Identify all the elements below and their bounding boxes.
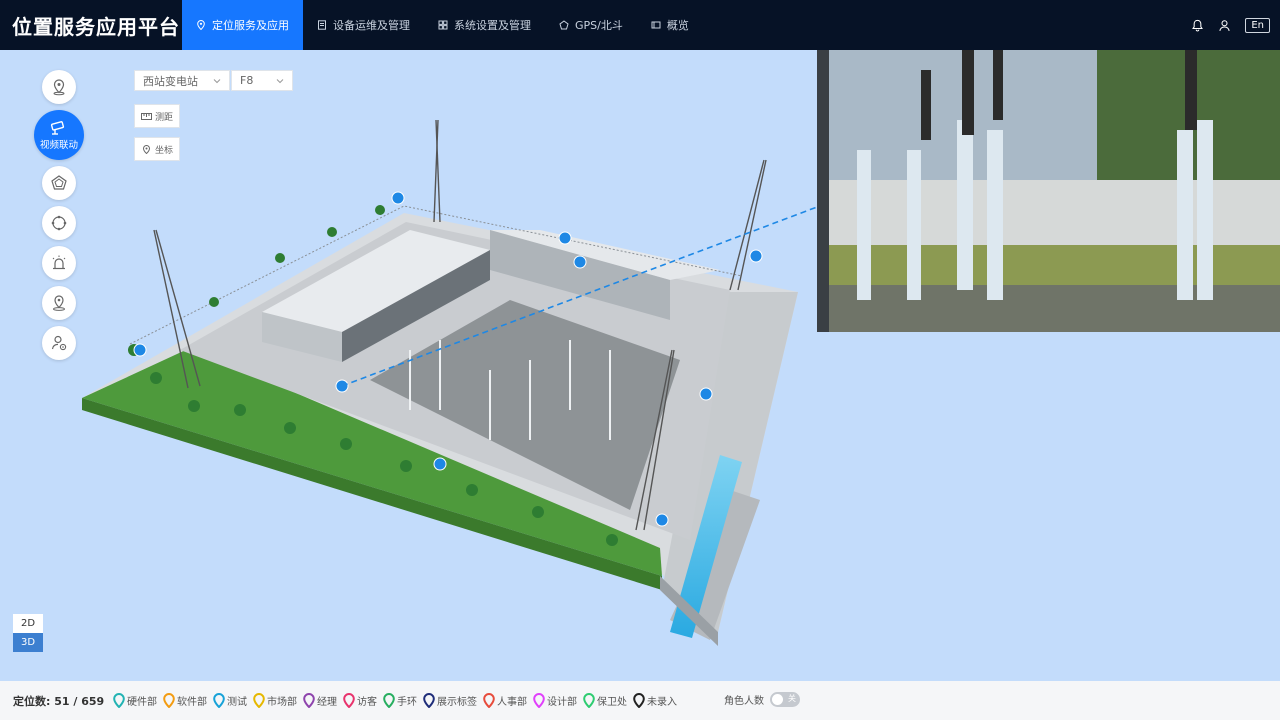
map-marker-icon (343, 693, 355, 708)
legend-label: 访客 (357, 697, 377, 708)
location-pin-icon (197, 20, 205, 30)
legend-label: 市场部 (267, 697, 297, 708)
map-marker-icon (303, 693, 315, 708)
nav-gps[interactable]: GPS/北斗 (545, 0, 637, 50)
alarm-light-icon (52, 255, 66, 270)
toggle-state-label: 关 (788, 694, 796, 703)
department-legend: 硬件部 软件部 测试 市场部 经理 访客 手环 展示标签 人事部 设计部 保卫处 未录入 (113, 693, 677, 708)
measure-label: 测距 (155, 112, 174, 123)
legend-item[interactable]: 手环 (383, 693, 417, 708)
rail-location-button[interactable] (42, 70, 76, 104)
legend-item[interactable]: 测试 (213, 693, 247, 708)
language-button[interactable]: En (1245, 17, 1270, 33)
view-3d-button[interactable]: 3D (13, 633, 43, 652)
nav-label: 定位服务及应用 (212, 19, 289, 32)
grid-icon (438, 20, 448, 30)
bottom-bar: 定位数: 51 / 659 硬件部 软件部 测试 市场部 经理 访客 手环 展示标签 人事部 设计… (0, 681, 1280, 720)
substation-3d-scene[interactable] (70, 110, 830, 670)
map-marker-icon (533, 693, 545, 708)
bell-icon[interactable] (1191, 19, 1204, 32)
legend-label: 硬件部 (127, 697, 157, 708)
map-marker-icon (423, 693, 435, 708)
map-marker-icon (483, 693, 495, 708)
station-select[interactable]: 西站变电站 (134, 70, 230, 91)
map-marker-icon (633, 693, 645, 708)
top-right-tools: En (1191, 0, 1270, 50)
user-settings-icon (51, 335, 67, 351)
rail-fence-button[interactable] (42, 166, 76, 200)
map-marker-icon (113, 693, 125, 708)
legend-label: 展示标签 (437, 697, 477, 708)
rail-video-link-label: 视频联动 (39, 139, 78, 151)
map-marker-icon (163, 693, 175, 708)
ruler-icon (141, 112, 152, 120)
video-preview-panel[interactable] (817, 50, 1280, 332)
role-count-toggle[interactable]: 关 (770, 692, 800, 707)
legend-label: 软件部 (177, 697, 207, 708)
app-title: 位置服务应用平台 (12, 14, 180, 39)
coordinate-label: 坐标 (155, 145, 174, 156)
rail-patrol-button[interactable] (42, 206, 76, 240)
nav-label: 系统设置及管理 (454, 19, 531, 32)
nav-location-service[interactable]: 定位服务及应用 (182, 0, 303, 50)
nav-system-settings[interactable]: 系统设置及管理 (424, 0, 545, 50)
legend-label: 手环 (397, 697, 417, 708)
floor-select[interactable]: F8 (231, 70, 293, 91)
view-mode-toggle: 2D 3D (13, 614, 43, 652)
legend-item[interactable]: 设计部 (533, 693, 577, 708)
location-pin-icon (142, 144, 151, 154)
legend-item[interactable]: 人事部 (483, 693, 527, 708)
rail-video-link-button[interactable]: 视频联动 (34, 110, 84, 160)
view-2d-button[interactable]: 2D (13, 614, 43, 633)
rail-alarm-button[interactable] (42, 246, 76, 280)
role-count-label: 角色人数 (724, 696, 764, 707)
legend-label: 人事部 (497, 697, 527, 708)
legend-label: 设计部 (547, 697, 577, 708)
overview-icon (651, 21, 661, 29)
document-icon (318, 20, 326, 30)
map-marker-icon (583, 693, 595, 708)
camera-icon (50, 120, 65, 135)
legend-item[interactable]: 市场部 (253, 693, 297, 708)
nav-label: 设备运维及管理 (333, 19, 410, 32)
legend-item[interactable]: 展示标签 (423, 693, 477, 708)
legend-item[interactable]: 硬件部 (113, 693, 157, 708)
location-count: 定位数: 51 / 659 (13, 694, 105, 708)
legend-label: 保卫处 (597, 697, 627, 708)
legend-label: 测试 (227, 697, 247, 708)
legend-label: 未录入 (647, 697, 677, 708)
circle-route-icon (51, 215, 67, 231)
legend-item[interactable]: 经理 (303, 693, 337, 708)
legend-label: 经理 (317, 697, 337, 708)
nav-overview[interactable]: 概览 (637, 0, 703, 50)
coordinate-button[interactable]: 坐标 (134, 137, 181, 161)
nav-label: 概览 (666, 19, 689, 32)
user-icon[interactable] (1218, 19, 1231, 32)
map-marker-icon (383, 693, 395, 708)
rail-personnel-button[interactable] (42, 326, 76, 360)
chevron-down-icon (276, 78, 284, 83)
satellite-icon (559, 20, 569, 30)
role-count-control: 角色人数 关 (724, 692, 800, 707)
legend-item[interactable]: 未录入 (633, 693, 677, 708)
top-bar: 位置服务应用平台 定位服务及应用 设备运维及管理 系统设置及管理 GPS/北斗 … (0, 0, 1280, 50)
map-marker-icon (213, 693, 225, 708)
station-select-value: 西站变电站 (143, 74, 198, 88)
map-pin-icon (53, 295, 65, 311)
nav-device-ops[interactable]: 设备运维及管理 (303, 0, 424, 50)
legend-item[interactable]: 保卫处 (583, 693, 627, 708)
map-marker-icon (253, 693, 265, 708)
floor-select-value: F8 (240, 74, 254, 87)
rail-track-button[interactable] (42, 286, 76, 320)
chevron-down-icon (213, 78, 221, 83)
main-nav: 定位服务及应用 设备运维及管理 系统设置及管理 GPS/北斗 概览 (182, 0, 703, 50)
toggle-knob (772, 694, 783, 705)
legend-item[interactable]: 软件部 (163, 693, 207, 708)
measure-button[interactable]: 测距 (134, 104, 181, 128)
pentagon-fence-icon (51, 175, 67, 190)
legend-item[interactable]: 访客 (343, 693, 377, 708)
location-pin-icon (53, 79, 65, 96)
nav-label: GPS/北斗 (575, 19, 623, 32)
